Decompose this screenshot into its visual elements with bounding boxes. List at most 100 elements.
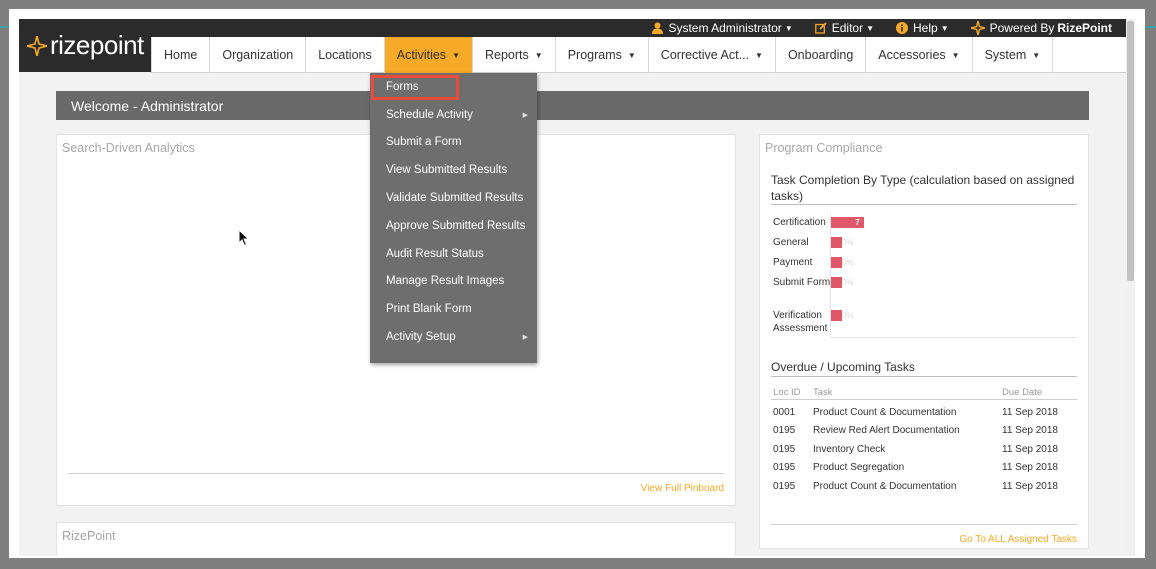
- bar-value-label: 7: [855, 218, 860, 227]
- menu-item-label: Schedule Activity: [386, 108, 473, 121]
- chevron-down-icon: ▼: [951, 50, 960, 60]
- editor-menu[interactable]: Editor ▼: [814, 21, 874, 35]
- menu-item-label: Approve Submitted Results: [386, 219, 526, 232]
- nav-system[interactable]: System ▼: [973, 37, 1054, 73]
- nav-locations[interactable]: Locations: [306, 37, 385, 73]
- table-row[interactable]: 0195 Product Count & Documentation 11 Se…: [771, 477, 1077, 496]
- nav-onboarding[interactable]: Onboarding: [776, 37, 867, 73]
- bar-value-label: 0%: [842, 238, 854, 247]
- activities-dropdown: Forms Schedule Activity ▶ Submit a Form V…: [370, 73, 537, 363]
- table-row[interactable]: 0195 Review Red Alert Documentation 11 S…: [771, 422, 1077, 441]
- menu-item-view-submitted-results[interactable]: View Submitted Results: [370, 156, 537, 184]
- divider: [771, 204, 1077, 205]
- due-date: 11 Sep 2018: [1002, 443, 1058, 455]
- loc-id: 0001: [773, 406, 796, 418]
- nav-label: Programs: [567, 48, 622, 62]
- divider: [68, 473, 724, 474]
- loc-id: 0195: [773, 462, 796, 474]
- due-date: 11 Sep 2018: [1002, 406, 1058, 418]
- nav-label: Onboarding: [787, 48, 854, 62]
- brand-name: rizepoint: [50, 30, 144, 60]
- left-accent-line: [0, 26, 9, 28]
- column-header: Task: [813, 387, 833, 398]
- chevron-down-icon: ▼: [534, 50, 543, 60]
- help-menu[interactable]: Help ▼: [896, 21, 949, 35]
- nav-label: Reports: [484, 48, 529, 62]
- nav-programs[interactable]: Programs ▼: [556, 37, 649, 73]
- help-menu-label: Help: [913, 21, 938, 35]
- task-name: Product Count & Documentation: [813, 406, 957, 418]
- task-name: Review Red Alert Documentation: [813, 425, 960, 437]
- chart-bar[interactable]: [831, 310, 842, 321]
- menu-item-audit-result-status[interactable]: Audit Result Status: [370, 240, 537, 268]
- menu-item-print-blank-form[interactable]: Print Blank Form: [370, 295, 537, 323]
- info-icon: [896, 22, 909, 34]
- loc-id: 0195: [773, 480, 796, 492]
- vertical-scrollbar[interactable]: [1126, 19, 1135, 556]
- chevron-down-icon: ▼: [755, 50, 763, 60]
- nav-label: Home: [164, 48, 198, 62]
- table-row[interactable]: 0195 Inventory Check 11 Sep 2018: [771, 440, 1077, 459]
- menu-item-submit-form[interactable]: Submit a Form: [370, 129, 537, 157]
- category-label: Verification Assessment: [773, 310, 828, 334]
- table-row[interactable]: 0195 Product Segregation 11 Sep 2018: [771, 459, 1077, 478]
- user-menu-label: System Administrator: [668, 21, 782, 35]
- powered-by-prefix: Powered By: [989, 21, 1055, 35]
- menu-item-schedule-activity[interactable]: Schedule Activity ▶: [370, 101, 537, 129]
- panel-title: RizePoint: [62, 529, 116, 543]
- nav-home[interactable]: Home: [151, 37, 211, 73]
- category-label: General: [773, 237, 809, 248]
- nav-label: Organization: [222, 48, 294, 62]
- chart-bar[interactable]: [831, 237, 842, 248]
- loc-id: 0195: [773, 425, 796, 437]
- app-window: rizepoint System Administrator ▼ Editor …: [19, 19, 1126, 556]
- chart-title: Task Completion By Type (calculation bas…: [771, 173, 1075, 203]
- rizepoint-star-icon: [27, 35, 47, 56]
- menu-item-label: Validate Submitted Results: [386, 192, 524, 205]
- brand-logo[interactable]: rizepoint: [19, 19, 151, 72]
- rizepoint-panel: RizePoint: [56, 522, 736, 556]
- chart-bar[interactable]: [831, 277, 842, 288]
- nav-activities[interactable]: Activities ▼: [384, 37, 473, 73]
- nav-label: Locations: [318, 48, 372, 62]
- scrollbar-thumb[interactable]: [1127, 21, 1134, 281]
- column-header: Loc ID: [773, 387, 801, 398]
- nav-corrective-actions[interactable]: Corrective Act... ▼: [649, 37, 776, 73]
- menu-item-validate-submitted-results[interactable]: Validate Submitted Results: [370, 184, 537, 212]
- category-label: Payment: [773, 257, 813, 268]
- nav-label: Accessories: [878, 48, 946, 62]
- user-menu[interactable]: System Administrator ▼: [652, 21, 793, 35]
- bar-value-label: 0%: [842, 258, 854, 267]
- category-label: Certification: [773, 217, 826, 228]
- mouse-cursor-icon: [238, 229, 250, 247]
- divider: [771, 524, 1077, 525]
- right-accent-line: [1145, 26, 1156, 28]
- view-full-pinboard-link[interactable]: View Full Pinboard: [641, 483, 724, 494]
- due-date: 11 Sep 2018: [1002, 425, 1058, 437]
- nav-organization[interactable]: Organization: [210, 37, 307, 73]
- menu-item-activity-setup[interactable]: Activity Setup ▶: [370, 323, 537, 351]
- task-name: Product Segregation: [813, 462, 905, 474]
- browser-frame: rizepoint System Administrator ▼ Editor …: [9, 9, 1145, 558]
- go-to-all-tasks-link[interactable]: Go To ALL Assigned Tasks: [959, 534, 1077, 545]
- table-row[interactable]: 0001 Product Count & Documentation 11 Se…: [771, 403, 1077, 422]
- chart-bar[interactable]: [831, 257, 842, 268]
- bar-value-label: 0%: [842, 278, 854, 287]
- chevron-down-icon: ▼: [627, 50, 636, 60]
- user-icon: [652, 22, 664, 34]
- chevron-down-icon: ▼: [940, 23, 949, 33]
- menu-item-approve-submitted-results[interactable]: Approve Submitted Results: [370, 212, 537, 240]
- menu-item-manage-result-images[interactable]: Manage Result Images: [370, 268, 537, 296]
- nav-accessories[interactable]: Accessories ▼: [866, 37, 973, 73]
- panel-title: Program Compliance: [765, 141, 883, 155]
- column-header: Due Date: [1002, 387, 1043, 398]
- tasks-title: Overdue / Upcoming Tasks: [771, 360, 915, 374]
- menu-item-label: View Submitted Results: [386, 164, 508, 177]
- menu-item-label: Print Blank Form: [386, 303, 472, 316]
- main-nav: Home Organization Locations Activities ▼ …: [151, 37, 1126, 73]
- nav-reports[interactable]: Reports ▼: [473, 37, 556, 73]
- chevron-right-icon: ▶: [522, 111, 528, 119]
- divider: [771, 376, 1077, 377]
- loc-id: 0195: [773, 443, 796, 455]
- chevron-down-icon: ▼: [452, 50, 460, 60]
